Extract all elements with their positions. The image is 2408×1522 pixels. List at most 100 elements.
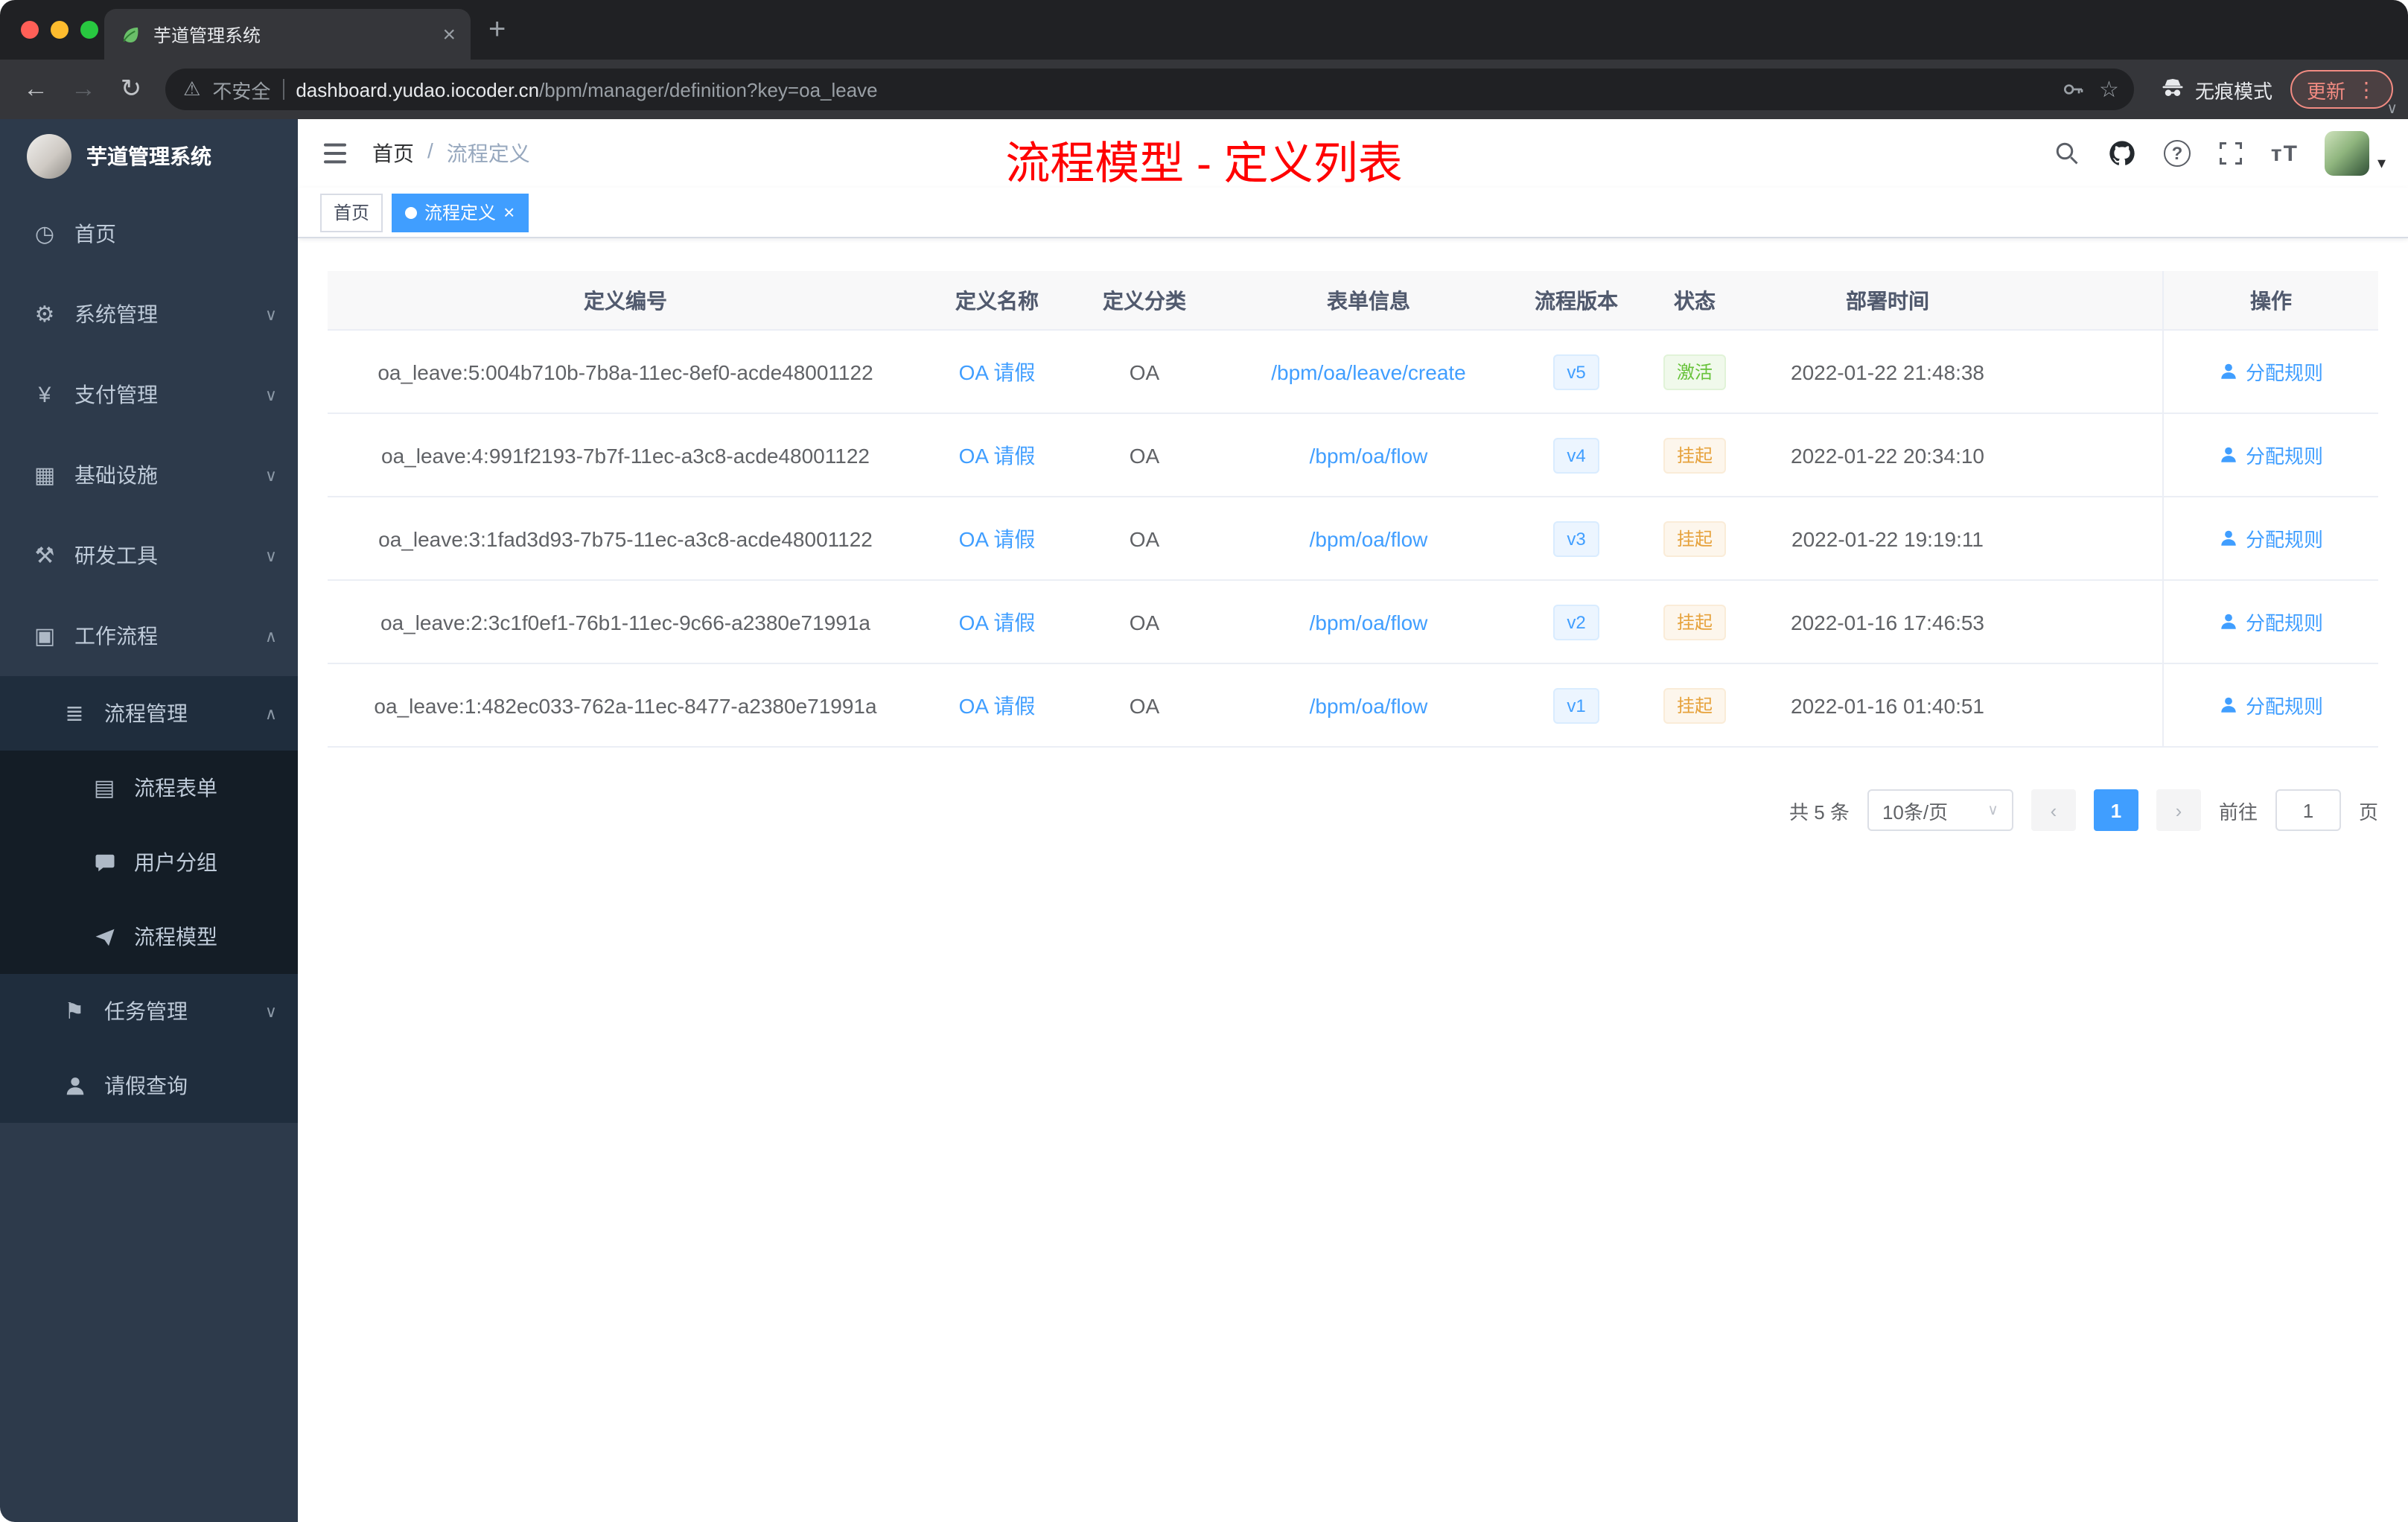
form-link[interactable]: /bpm/oa/flow <box>1310 693 1428 717</box>
breadcrumb-current: 流程定义 <box>446 141 530 165</box>
definition-name-link[interactable]: OA 请假 <box>959 360 1036 383</box>
tab-close-icon[interactable]: × <box>442 22 456 47</box>
assign-rule-link[interactable]: 分配规则 <box>2219 608 2323 636</box>
navbar-actions: ? тT ▾ <box>2054 131 2386 176</box>
form-link[interactable]: /bpm/oa/leave/create <box>1271 360 1466 383</box>
version-badge: v1 <box>1553 687 1599 723</box>
definition-name-link[interactable]: OA 请假 <box>959 693 1036 717</box>
chevron-down-icon: ∨ <box>264 386 277 404</box>
col-header-version: 流程版本 <box>1535 288 1618 312</box>
cell-definition-id: oa_leave:2:3c1f0ef1-76b1-11ec-9c66-a2380… <box>380 610 870 634</box>
sidebar: 芋道管理系统 ◷ 首页 ⚙ 系统管理 ∨ ¥ 支付管理 ∨ ▦ 基础设施 ∨ ⚒… <box>0 119 298 1522</box>
assign-rule-link[interactable]: 分配规则 <box>2219 357 2323 386</box>
col-header-deploy-time: 部署时间 <box>1846 288 1929 312</box>
user-avatar[interactable]: ▾ <box>2325 131 2386 176</box>
col-header-actions: 操作 <box>2162 271 2378 329</box>
breadcrumb-home[interactable]: 首页 <box>372 138 414 168</box>
page-1-button[interactable]: 1 <box>2093 789 2138 831</box>
sidebar-item-home[interactable]: ◷ 首页 <box>0 194 298 274</box>
breadcrumb: 首页 / 流程定义 <box>372 138 530 168</box>
tag-home[interactable]: 首页 <box>320 193 383 232</box>
browser-tab[interactable]: 芋道管理系统 × <box>104 9 471 60</box>
sidebar-item-system[interactable]: ⚙ 系统管理 ∨ <box>0 274 298 354</box>
definition-name-link[interactable]: OA 请假 <box>959 610 1036 634</box>
menu-dots-icon[interactable]: ⋮ <box>2356 77 2377 102</box>
toolbar-chevron-icon[interactable]: ∨ <box>2386 101 2398 118</box>
goto-page-input[interactable] <box>2275 789 2341 831</box>
app-title: 芋道管理系统 <box>86 144 211 168</box>
browser-window: 芋道管理系统 × + ← → ↻ ⚠ 不安全 dashboard.yudao.i… <box>0 0 2408 1522</box>
version-badge: v2 <box>1553 604 1599 640</box>
form-link[interactable]: /bpm/oa/flow <box>1310 443 1428 467</box>
assign-rule-link[interactable]: 分配规则 <box>2219 441 2323 469</box>
sidebar-item-process-manage[interactable]: ≣ 流程管理 ∧ <box>0 676 298 751</box>
tag-process-definition[interactable]: 流程定义 × <box>392 193 529 232</box>
cell-category: OA <box>1129 360 1160 383</box>
font-size-icon[interactable]: тT <box>2271 141 2299 166</box>
caret-down-icon: ▾ <box>2377 155 2386 173</box>
gear-icon: ⚙ <box>34 302 55 328</box>
cell-definition-id: oa_leave:5:004b710b-7b8a-11ec-8ef0-acde4… <box>378 360 873 383</box>
search-icon[interactable] <box>2054 140 2080 167</box>
cell-definition-id: oa_leave:4:991f2193-7b7f-11ec-a3c8-acde4… <box>381 443 870 467</box>
definition-name-link[interactable]: OA 请假 <box>959 443 1036 467</box>
tab-title: 芋道管理系统 <box>153 25 261 45</box>
address-bar[interactable]: ⚠ 不安全 dashboard.yudao.iocoder.cn/bpm/man… <box>165 69 2134 110</box>
form-link[interactable]: /bpm/oa/flow <box>1310 526 1428 550</box>
github-icon[interactable] <box>2107 138 2137 168</box>
form-link[interactable]: /bpm/oa/flow <box>1310 610 1428 634</box>
warning-icon: ⚠ <box>183 77 201 100</box>
window-controls <box>21 21 98 39</box>
sidebar-item-process-form[interactable]: ▤ 流程表单 <box>0 751 298 825</box>
table-row: oa_leave:4:991f2193-7b7f-11ec-a3c8-acde4… <box>328 414 2378 497</box>
sidebar-item-infrastructure[interactable]: ▦ 基础设施 ∨ <box>0 435 298 515</box>
table-row: oa_leave:5:004b710b-7b8a-11ec-8ef0-acde4… <box>328 331 2378 414</box>
fullscreen-icon[interactable] <box>2217 140 2244 167</box>
prev-page-button[interactable]: ‹ <box>2030 789 2076 831</box>
chevron-down-icon: ∨ <box>264 1003 277 1021</box>
url-text: dashboard.yudao.iocoder.cn/bpm/manager/d… <box>296 78 878 101</box>
back-button[interactable]: ← <box>15 69 57 110</box>
version-badge: v3 <box>1553 520 1599 556</box>
definition-name-link[interactable]: OA 请假 <box>959 526 1036 550</box>
reload-button[interactable]: ↻ <box>110 69 152 110</box>
sidebar-item-devtools[interactable]: ⚒ 研发工具 ∨ <box>0 515 298 596</box>
cell-deploy-time: 2022-01-22 20:34:10 <box>1791 443 1984 467</box>
top-navbar: 首页 / 流程定义 ? тT ▾ <box>298 119 2408 188</box>
assign-rule-link[interactable]: 分配规则 <box>2219 691 2323 719</box>
version-badge: v5 <box>1553 354 1599 389</box>
window-zoom-button[interactable] <box>80 21 98 39</box>
chevron-up-icon: ∧ <box>264 705 277 723</box>
next-page-button[interactable]: › <box>2156 789 2201 831</box>
infrastructure-icon: ▦ <box>34 463 56 488</box>
sidebar-item-user-group[interactable]: 用户分组 <box>0 825 298 899</box>
sidebar-item-task-manage[interactable]: ⚑ 任务管理 ∨ <box>0 974 298 1048</box>
definition-table: 定义编号 定义名称 定义分类 表单信息 流程版本 状态 部署时间 操作 oa_l… <box>328 271 2378 748</box>
page-size-select[interactable]: 10条/页 ∨ <box>1867 789 2013 831</box>
key-icon[interactable] <box>2060 77 2084 101</box>
flag-icon: ⚑ <box>64 999 85 1025</box>
help-icon[interactable]: ? <box>2163 140 2191 167</box>
update-button[interactable]: 更新 ⋮ <box>2290 70 2393 109</box>
cell-deploy-time: 2022-01-16 01:40:51 <box>1791 693 1984 717</box>
new-tab-button[interactable]: + <box>488 13 506 47</box>
sidebar-item-payment[interactable]: ¥ 支付管理 ∨ <box>0 354 298 435</box>
sidebar-item-workflow[interactable]: ▣ 工作流程 ∧ <box>0 596 298 676</box>
goto-unit: 页 <box>2358 800 2378 823</box>
window-minimize-button[interactable] <box>51 21 69 39</box>
tag-close-icon[interactable]: × <box>503 203 515 222</box>
paper-plane-icon <box>89 926 119 948</box>
active-tag-dot <box>405 206 418 218</box>
tools-icon: ⚒ <box>34 544 55 569</box>
security-label[interactable]: 不安全 <box>212 75 270 104</box>
app-logo[interactable]: 芋道管理系统 <box>0 119 298 194</box>
window-close-button[interactable] <box>21 21 39 39</box>
sidebar-item-leave-query[interactable]: 请假查询 <box>0 1048 298 1123</box>
bookmark-star-icon[interactable]: ☆ <box>2099 76 2119 103</box>
dashboard-icon: ◷ <box>34 222 55 247</box>
forward-button[interactable]: → <box>63 69 104 110</box>
assign-rule-link[interactable]: 分配规则 <box>2219 524 2323 553</box>
hamburger-icon[interactable] <box>320 138 350 168</box>
cell-deploy-time: 2022-01-22 21:48:38 <box>1791 360 1984 383</box>
sidebar-item-process-model[interactable]: 流程模型 <box>0 899 298 974</box>
